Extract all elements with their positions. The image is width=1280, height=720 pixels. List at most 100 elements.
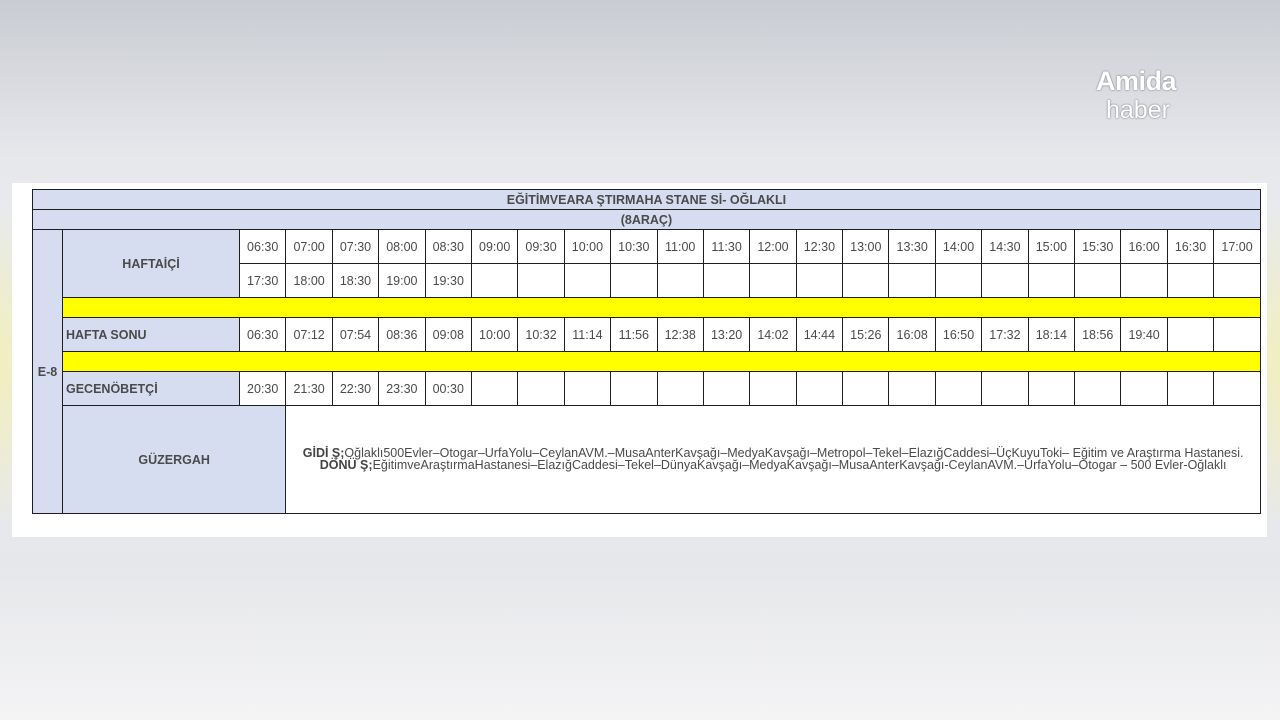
time-cell: 17:00: [1213, 229, 1261, 264]
time-cell: 08:00: [378, 229, 426, 264]
route-back-text: EğitimveAraştırmaHastanesi–ElazığCaddesi…: [372, 457, 1227, 472]
time-cell: [702, 371, 751, 406]
time-cell: 11:14: [563, 317, 612, 352]
time-cell: 17:32: [981, 317, 1029, 352]
time-cell: 19:40: [1120, 317, 1168, 352]
time-cell: 15:30: [1074, 229, 1122, 264]
time-cell: 08:36: [378, 317, 426, 352]
time-cell: 13:20: [702, 317, 751, 352]
route-back-label: DÖNÜ Ş;: [319, 457, 373, 472]
yellow-separator: [62, 297, 1261, 318]
time-cell: 19:00: [378, 263, 426, 298]
time-cell: 16:00: [1120, 229, 1168, 264]
time-cell: 08:30: [424, 229, 472, 264]
title-row: EĞİTİMVEARA ŞTIRMAHA STANE Sİ- OĞLAKLI: [32, 189, 1261, 210]
time-cell: [470, 263, 519, 298]
time-cell: [656, 263, 704, 298]
time-cell: 14:44: [795, 317, 844, 352]
time-cell: 15:26: [842, 317, 890, 352]
amida-haber-logo: Amida haber: [1096, 66, 1196, 126]
time-cell: [1120, 371, 1168, 406]
separator-row-1: [33, 297, 1261, 318]
vehicles-row: (8ARAÇ): [32, 209, 1261, 230]
time-cell: [563, 263, 612, 298]
schedule-table: EĞİTİMVEARA ŞTIRMAHA STANE Sİ- OĞLAKLI (…: [32, 189, 1261, 514]
time-cell: [470, 371, 519, 406]
separator-row-2: [33, 351, 1261, 372]
time-cell: 16:50: [934, 317, 983, 352]
time-cell: 07:30: [331, 229, 380, 264]
time-cell: [842, 263, 890, 298]
logo-text-bottom: haber: [1106, 96, 1170, 124]
time-cell: [888, 263, 936, 298]
schedule-panel: EĞİTİMVEARA ŞTIRMAHA STANE Sİ- OĞLAKLI (…: [12, 183, 1267, 537]
time-cell: [702, 263, 751, 298]
time-cell: [795, 263, 844, 298]
time-cell: 18:14: [1027, 317, 1076, 352]
time-cell: 22:30: [331, 371, 380, 406]
time-cell: [656, 371, 704, 406]
time-cell: 11:30: [702, 229, 751, 264]
time-cell: [1027, 371, 1076, 406]
time-cell: 21:30: [285, 371, 333, 406]
vehicle-count: (8ARAÇ): [32, 209, 1261, 230]
time-cell: 11:56: [610, 317, 658, 352]
time-cell: 18:30: [331, 263, 380, 298]
time-cell: [1166, 263, 1215, 298]
time-cell: 06:30: [238, 229, 287, 264]
time-cell: 18:00: [285, 263, 333, 298]
time-cell: 09:08: [424, 317, 472, 352]
route-row: GÜZERGAH GİDİ Ş;Oğlaklı500Evler–Otogar–U…: [33, 405, 1261, 514]
night-row: GECENÖBETÇİ 20:30 21:30 22:30 23:30 00:30: [33, 371, 1261, 406]
time-cell: [1027, 263, 1076, 298]
time-cell: 20:30: [238, 371, 287, 406]
time-cell: [1213, 317, 1261, 352]
time-cell: [1166, 371, 1215, 406]
time-cell: 06:30: [238, 317, 287, 352]
time-cell: [842, 371, 890, 406]
time-cell: [610, 263, 658, 298]
time-cell: [981, 371, 1029, 406]
time-cell: 13:00: [842, 229, 890, 264]
time-cell: [1074, 371, 1122, 406]
time-cell: 13:30: [888, 229, 936, 264]
time-cell: 15:00: [1027, 229, 1076, 264]
time-cell: [749, 371, 797, 406]
time-cell: [563, 371, 612, 406]
time-cell: 07:54: [331, 317, 380, 352]
route-description: GİDİ Ş;Oğlaklı500Evler–Otogar–UrfaYolu–C…: [285, 405, 1261, 514]
time-cell: 10:32: [517, 317, 565, 352]
time-cell: 07:00: [285, 229, 333, 264]
time-cell: 17:30: [238, 263, 287, 298]
time-cell: 12:38: [656, 317, 704, 352]
route-label: GÜZERGAH: [61, 405, 287, 514]
weekday-row-1: E-8 HAFTAİÇİ 06:30 07:00 07:30 08:00 08:30 09…: [32, 229, 1261, 514]
time-cell: [517, 371, 565, 406]
logo-text-top: Amida: [1096, 66, 1177, 96]
time-cell: 18:56: [1074, 317, 1122, 352]
time-cell: [795, 371, 844, 406]
time-cell: [934, 371, 983, 406]
time-cell: 16:30: [1166, 229, 1215, 264]
time-cell: [517, 263, 565, 298]
time-cell: 23:30: [378, 371, 426, 406]
weekend-label: HAFTA SONU: [62, 317, 240, 352]
time-cell: 14:30: [981, 229, 1029, 264]
line-code: E-8: [32, 229, 63, 514]
time-cell: 11:00: [656, 229, 704, 264]
time-cell: 09:00: [470, 229, 519, 264]
time-cell: [888, 371, 936, 406]
time-cell: [749, 263, 797, 298]
time-cell: [1213, 263, 1261, 298]
time-cell: [934, 263, 983, 298]
weekend-row: HAFTA SONU 06:30 07:12 07:54 08:36 09:08 10:0…: [33, 317, 1261, 352]
time-cell: 00:30: [424, 371, 472, 406]
time-cell: 10:00: [563, 229, 612, 264]
time-cell: 10:00: [470, 317, 519, 352]
time-cell: 07:12: [285, 317, 333, 352]
time-cell: 19:30: [424, 263, 472, 298]
night-shift-label: GECENÖBETÇİ: [62, 371, 240, 406]
time-cell: 14:00: [934, 229, 983, 264]
time-cell: 16:08: [888, 317, 936, 352]
time-cell: 14:02: [749, 317, 797, 352]
